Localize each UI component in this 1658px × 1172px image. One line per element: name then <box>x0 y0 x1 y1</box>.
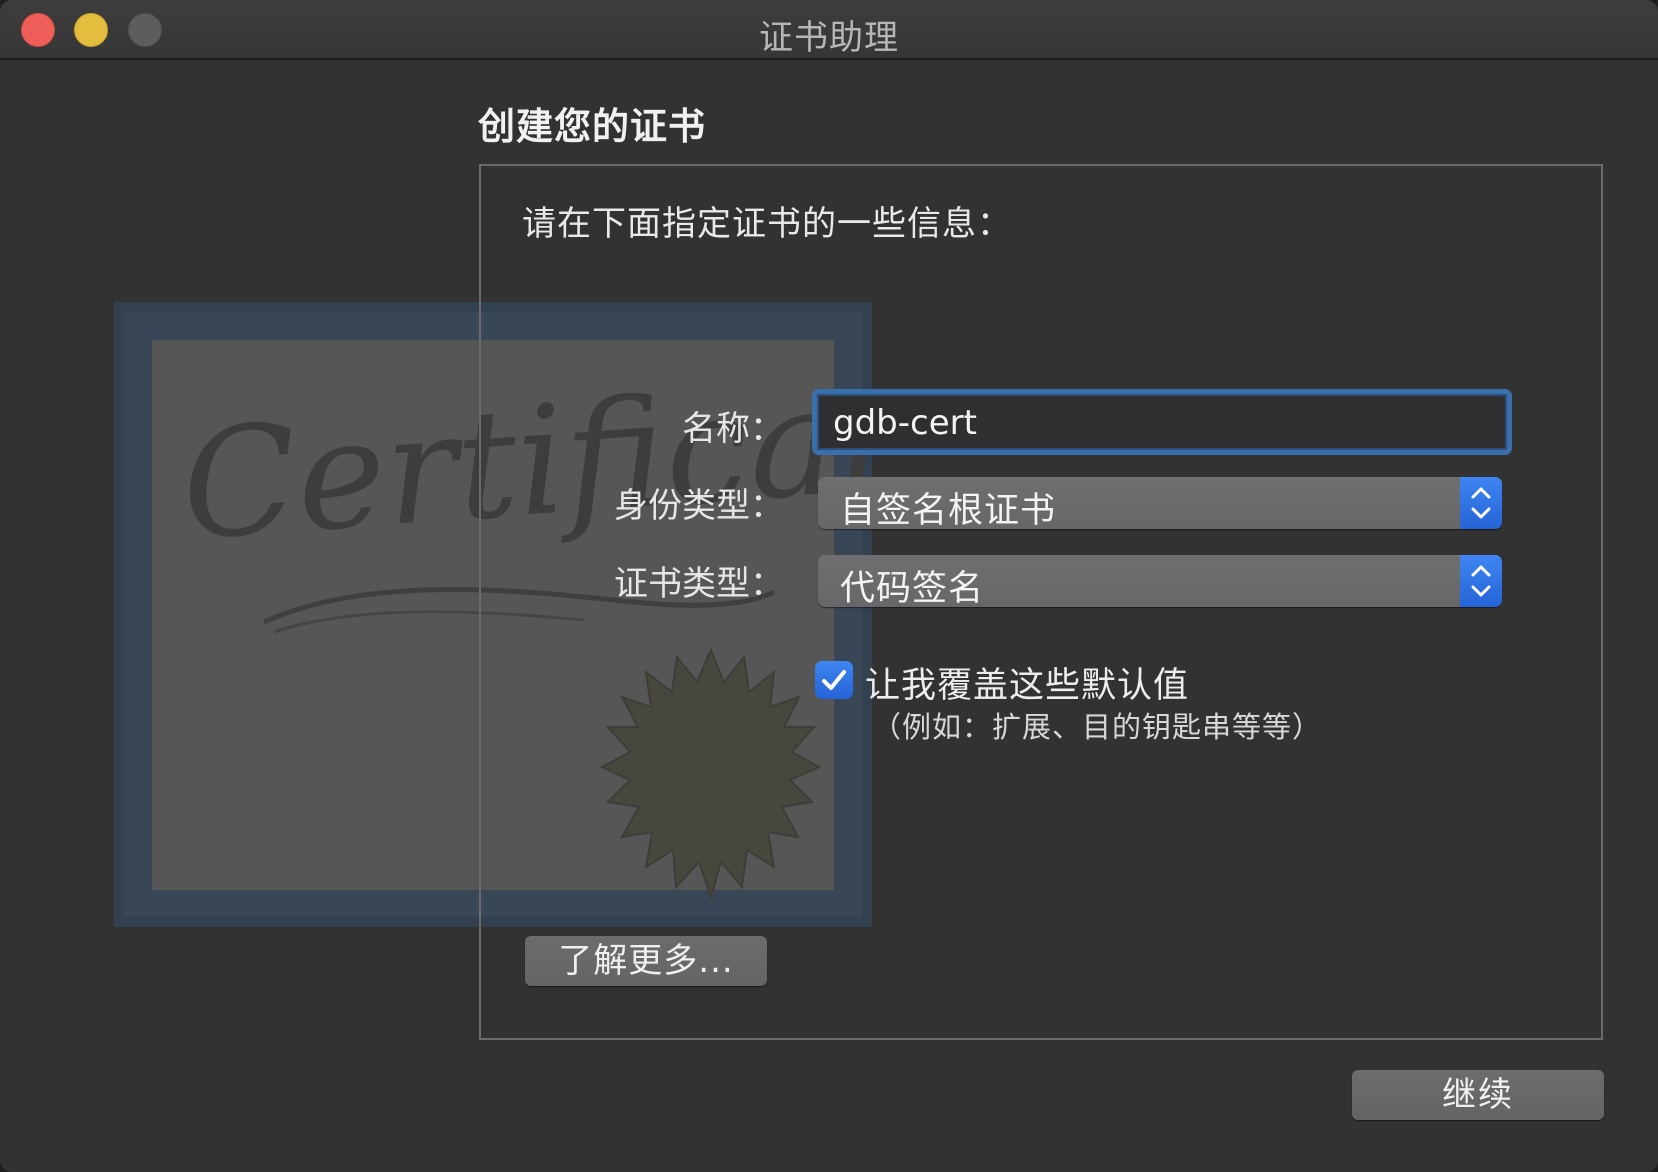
name-input[interactable] <box>831 400 1495 446</box>
window-title: 证书助理 <box>759 18 899 58</box>
override-defaults-hint: （例如：扩展、目的钥匙串等等） <box>872 710 1323 744</box>
certificate-type-stepper[interactable] <box>1460 555 1502 607</box>
identity-type-select[interactable]: 自签名根证书 <box>818 477 1502 531</box>
certificate-assistant-window: 证书助理 Certificate 创建您的证书 请在下面指定证书的一些信息： 名… <box>0 0 1658 1172</box>
identity-type-label: 身份类型： <box>614 486 784 526</box>
identity-type-stepper[interactable] <box>1460 477 1502 529</box>
certificate-type-value: 代码签名 <box>840 569 985 609</box>
continue-button[interactable]: 继续 <box>1352 1070 1604 1120</box>
name-field[interactable] <box>812 389 1512 455</box>
name-label: 名称： <box>682 409 784 449</box>
override-defaults-checkbox[interactable] <box>815 661 853 699</box>
updown-chevron-icon <box>1471 565 1491 597</box>
intro-text: 请在下面指定证书的一些信息： <box>522 204 1012 244</box>
learn-more-button[interactable]: 了解更多... <box>525 936 767 986</box>
title-bar: 证书助理 <box>0 0 1658 60</box>
identity-type-value: 自签名根证书 <box>840 491 1057 531</box>
page-heading: 创建您的证书 <box>478 105 706 148</box>
certificate-type-label: 证书类型： <box>614 564 784 604</box>
checkmark-icon <box>822 670 846 690</box>
certificate-type-select[interactable]: 代码签名 <box>818 555 1502 609</box>
updown-chevron-icon <box>1471 487 1491 519</box>
override-defaults-label[interactable]: 让我覆盖这些默认值 <box>865 657 1189 708</box>
